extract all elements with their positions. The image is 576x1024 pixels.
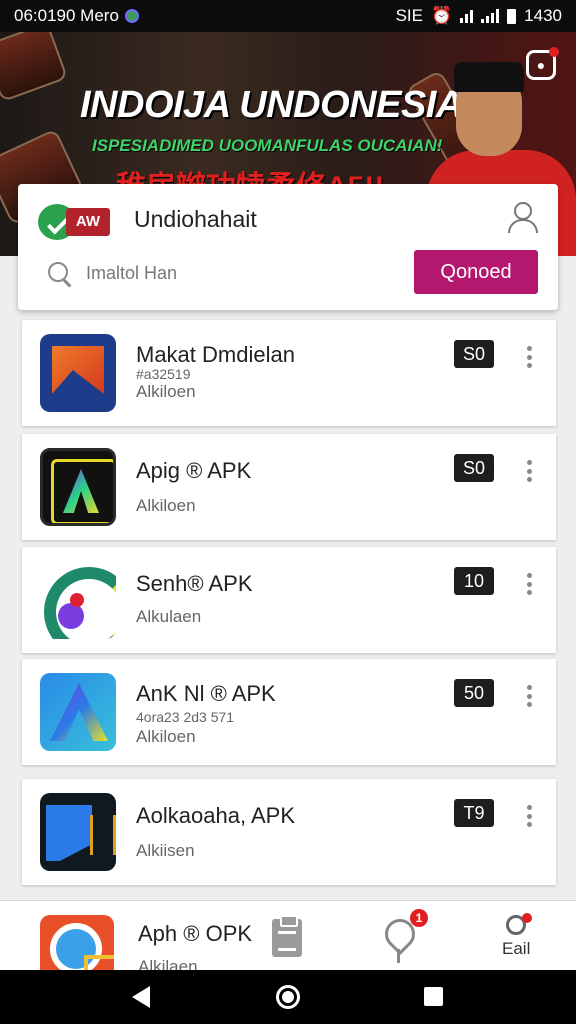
rating-badge: S0 [454,340,494,368]
page-title: Undiohahait [134,206,257,232]
bottle-decoration [0,32,69,103]
status-clock: 1430 [524,6,562,25]
connect-button[interactable]: Qonoed [414,250,538,294]
clipboard-icon[interactable] [272,915,302,957]
back-icon[interactable] [132,986,150,1008]
profile-label: Eail [502,939,531,958]
notification-badge: 1 [410,909,428,927]
peek-app-name[interactable]: Aph ® OPK [138,921,252,947]
home-icon[interactable] [276,985,300,1009]
profile-icon[interactable]: Eail [500,913,536,961]
more-vert-icon[interactable] [522,805,536,827]
blue-dark-app-icon [40,793,116,871]
banner-subtitle: ISPESIADIMED UOOMANFULAS OUCAIAN! [92,136,443,155]
app-subtitle: Alkiloen [136,382,196,401]
sim-icon: SIE [395,6,423,25]
list-item[interactable]: AnK Nl ® APK 4ora23 2d3 571 Alkiloen 50 [22,659,556,765]
search-icon [48,262,74,288]
recent-apps-icon[interactable] [424,987,443,1006]
search-card: AW Undiohahait Qonoed [18,184,558,310]
more-vert-icon[interactable] [522,346,536,368]
orange-arrow-app-icon [40,334,116,412]
app-logo: AW [38,202,110,242]
status-left: 06:0190 Mero [14,6,139,26]
more-vert-icon[interactable] [522,460,536,482]
app-name: Senh® APK [136,571,253,596]
signal-icon [481,9,500,23]
more-vert-icon[interactable] [522,573,536,595]
app-name: Makat Dmdielan [136,342,295,367]
status-bar: 06:0190 Mero SIE ⏰ 1430 [0,0,576,32]
app-subtitle: Alkiloen [136,496,196,515]
status-right: SIE ⏰ 1430 [396,6,562,26]
list-item[interactable]: Aolkaoaha, APK Alkiisen T9 [22,779,556,885]
peek-app-subtitle: Alkilaen [138,957,198,970]
app-meta: 4ora23 2d3 571 [136,709,235,725]
app-name: Aolkaoaha, APK [136,803,296,828]
alarm-icon: ⏰ [431,6,453,25]
wifi-icon [460,9,474,23]
app-meta: #a32519 [136,366,191,382]
chat-icon[interactable]: ● [526,47,559,80]
green-circle-app-icon [40,561,116,639]
list-item[interactable]: Senh® APK Alkulaen 10 [22,547,556,653]
search-input[interactable] [86,256,406,290]
rating-badge: S0 [454,454,494,482]
rating-badge: T9 [454,799,494,827]
rating-badge: 50 [454,679,494,707]
app-notification-icon [124,9,139,23]
app-subtitle: Alkiisen [136,841,195,860]
blue-triangle-a-app-icon [40,673,116,751]
list-item[interactable]: Apig ® APK Alkiloen S0 [22,434,556,540]
app-subtitle: Alkiloen [136,727,196,746]
logo-text: AW [66,208,110,236]
system-nav-bar [0,970,576,1024]
user-icon[interactable] [506,200,538,233]
app-subtitle: Alkulaen [136,607,202,626]
list-item[interactable]: Makat Dmdielan #a32519 Alkiloen S0 [22,320,556,426]
status-time: 06:0190 Mero [14,6,119,25]
app-name: AnK Nl ® APK [136,681,276,706]
orange-camera-app-icon[interactable] [40,915,114,970]
more-vert-icon[interactable] [522,685,536,707]
rating-badge: 10 [454,567,494,595]
yellow-frame-a-app-icon [40,448,116,526]
bottom-navigation: Aph ® OPK Alkilaen 1 Eail [0,900,576,970]
battery-icon [507,8,517,24]
app-name: Apig ® APK [136,458,252,483]
